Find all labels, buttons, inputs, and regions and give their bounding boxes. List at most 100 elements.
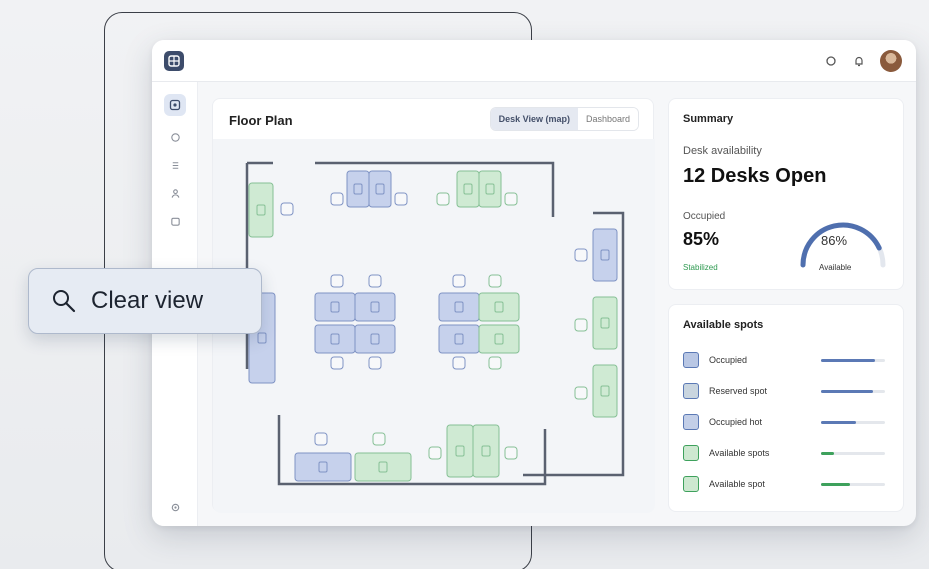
trend-label: Stabilized [683, 263, 718, 272]
search-icon [53, 290, 76, 313]
desk-available [354, 452, 412, 482]
bell-icon[interactable] [852, 54, 866, 68]
desk-available [248, 182, 274, 238]
gear-icon [171, 503, 179, 511]
sidebar-item-settings[interactable] [164, 496, 186, 518]
occupied-label: Occupied [683, 211, 726, 222]
sidebar-item-floorplan[interactable] [164, 94, 186, 116]
chair [428, 446, 442, 460]
spot-row[interactable]: Available spot [683, 475, 893, 493]
spots-title: Available spots [683, 319, 764, 331]
desk-occupied [438, 292, 480, 322]
tab-desk-view[interactable]: Desk View (map) [490, 108, 578, 130]
chair [574, 318, 588, 332]
desk-available [592, 296, 618, 350]
chair [452, 356, 466, 370]
gauge-caption: Available [819, 263, 852, 272]
user-avatar[interactable] [880, 50, 902, 72]
spot-level-track [821, 482, 885, 486]
clear-view-label: Clear view [91, 287, 204, 314]
settings-icon[interactable] [824, 54, 838, 68]
floor-plan-map[interactable] [213, 139, 655, 513]
sidebar-item-desks[interactable] [164, 126, 186, 148]
spot-row[interactable]: Occupied [683, 351, 893, 369]
floor-plan-walls [245, 161, 625, 486]
chair [330, 192, 344, 206]
available-spots-card: Available spots Occupied Reserved spot Occ… [668, 304, 904, 512]
spot-label: Available spot [709, 479, 765, 489]
sidebar-item-calendar[interactable] [164, 210, 186, 232]
desk-occupied [346, 170, 370, 208]
desk-available [472, 424, 500, 478]
spot-level-track [821, 358, 885, 362]
chair [314, 432, 328, 446]
gauge-value: 86% [821, 233, 848, 248]
desk-occupied [438, 324, 480, 354]
app-logo-icon[interactable] [164, 51, 184, 71]
spot-level-fill [821, 482, 850, 486]
spot-level-fill [821, 420, 857, 424]
chair [372, 432, 386, 446]
spot-row[interactable]: Reserved spot [683, 382, 893, 400]
chair [574, 386, 588, 400]
occupied-value: 85% [683, 229, 720, 249]
tab-dashboard[interactable]: Dashboard [577, 108, 638, 130]
spot-row[interactable]: Available spots [683, 444, 893, 462]
chair [394, 192, 408, 206]
desk-icon [170, 132, 180, 142]
desk-available [478, 292, 520, 322]
desk-available [478, 170, 502, 208]
floor-plan-drawing [245, 161, 625, 486]
chair [504, 446, 518, 460]
top-bar [152, 40, 916, 82]
desk-layer [248, 170, 618, 482]
chair [330, 274, 344, 288]
map-icon [169, 99, 181, 111]
spot-label: Reserved spot [709, 386, 768, 396]
desk-occupied [314, 324, 356, 354]
desk-occupied [354, 292, 396, 322]
sidebar-item-people[interactable] [164, 182, 186, 204]
desk-available [592, 364, 618, 418]
view-toggle: Desk View (map) Dashboard [489, 107, 639, 131]
summary-card: Summary Desk availability 12 Desks Open … [668, 98, 904, 290]
chair [574, 248, 588, 262]
summary-subtitle: Desk availability [683, 145, 762, 157]
app-window: Floor Plan Desk View (map) Dashboard Sum… [152, 40, 916, 526]
chair [368, 274, 382, 288]
chair [330, 356, 344, 370]
chair [436, 192, 450, 206]
floor-plan-title: Floor Plan [229, 113, 293, 128]
spot-label: Occupied hot [709, 417, 763, 427]
desks-open-count: 12 Desks Open [683, 165, 827, 187]
chair [452, 274, 466, 288]
desk-available [456, 170, 480, 208]
desk-occupied [592, 228, 618, 282]
desk-occupied [314, 292, 356, 322]
spot-label: Available spots [709, 448, 770, 458]
spot-level-fill [821, 389, 874, 393]
room-icon [172, 161, 178, 169]
spot-level-fill [821, 358, 876, 362]
spot-level-track [821, 389, 885, 393]
spot-label: Occupied [709, 355, 748, 365]
spot-row[interactable]: Occupied hot [683, 413, 893, 431]
spot-swatch [683, 383, 699, 399]
spot-level-fill [821, 451, 834, 455]
chair [504, 192, 518, 206]
floor-plan-card: Floor Plan Desk View (map) Dashboard [212, 98, 655, 513]
spot-swatch [683, 352, 699, 368]
clear-view-button[interactable]: Clear view [28, 268, 262, 334]
spot-swatch [683, 445, 699, 461]
chair [280, 202, 294, 216]
sidebar-item-rooms[interactable] [164, 154, 186, 176]
desk-occupied [368, 170, 392, 208]
chair [488, 356, 502, 370]
calendar-icon [170, 217, 180, 226]
desk-occupied [294, 452, 352, 482]
spot-level-track [821, 420, 885, 424]
spot-level-track [821, 451, 885, 455]
people-icon [171, 188, 179, 198]
desk-occupied [354, 324, 396, 354]
chair [368, 356, 382, 370]
